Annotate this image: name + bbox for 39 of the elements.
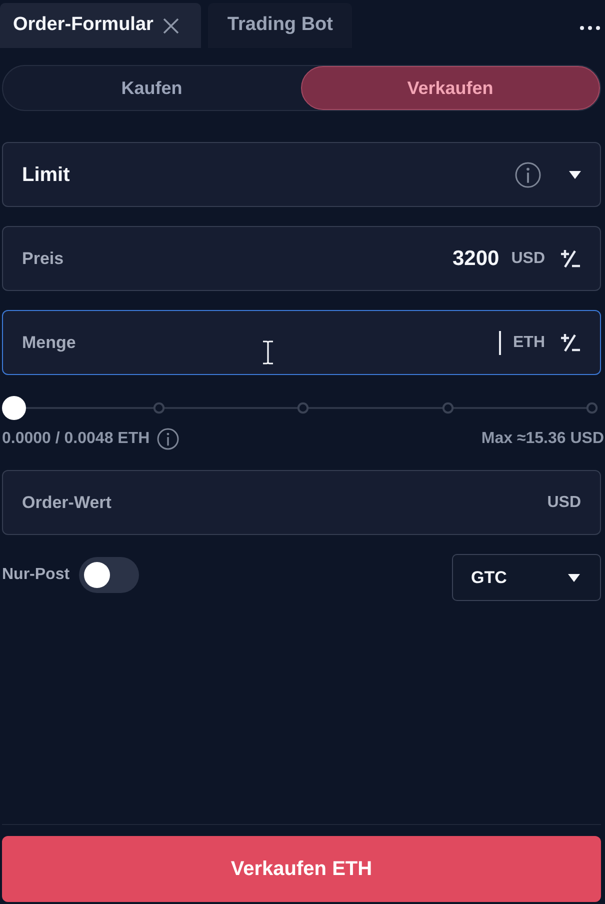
more-options-icon[interactable] (580, 26, 600, 30)
price-value: 3200 (452, 246, 500, 272)
max-value-text: Max ≈15.36 USD (481, 429, 604, 449)
order-type-value: Limit (22, 162, 70, 188)
balance-text: 0.0000 / 0.0048 ETH (2, 429, 150, 449)
plus-minus-icon[interactable] (559, 248, 581, 268)
panel-tab[interactable]: Order-Formular (0, 3, 202, 48)
slider-step-icon (297, 402, 309, 414)
side-toggle-button[interactable]: Verkaufen (300, 66, 600, 110)
amount-field[interactable]: Menge ETH (2, 310, 601, 375)
order-value-field[interactable]: Order-Wert USD (2, 470, 601, 535)
side-toggle-button[interactable]: Kaufen (3, 66, 300, 110)
text-caret (499, 330, 501, 354)
sell-button[interactable]: Verkaufen ETH (2, 836, 601, 902)
post-only-switch[interactable] (78, 556, 139, 592)
plus-minus-icon[interactable] (559, 332, 581, 352)
close-icon[interactable] (163, 18, 180, 34)
slider-step-icon (586, 402, 598, 414)
info-icon[interactable] (515, 162, 541, 188)
slider-thumb[interactable] (2, 396, 26, 420)
info-icon[interactable] (156, 428, 179, 450)
order-type-select[interactable]: Limit (2, 142, 601, 207)
field-label: Order-Wert (22, 492, 112, 514)
field-label: Preis (22, 248, 64, 270)
tab-label: Trading Bot (227, 13, 333, 38)
unit-label: USD (547, 492, 581, 512)
caret-down-icon (569, 170, 581, 178)
slider-step-icon (152, 402, 164, 414)
panel-tab[interactable]: Trading Bot (208, 3, 352, 48)
slider-step-icon (442, 402, 454, 414)
time-in-force-select[interactable]: GTC (452, 554, 601, 601)
price-field[interactable]: Preis 3200 USD (2, 226, 601, 291)
tab-label: Order-Formular (13, 13, 154, 38)
unit-label: USD (511, 248, 545, 268)
text-cursor-icon (262, 340, 274, 365)
field-label: Menge (22, 332, 76, 354)
post-only-label: Nur-Post (2, 564, 70, 584)
caret-down-icon (568, 574, 580, 582)
unit-label: ETH (513, 332, 545, 352)
